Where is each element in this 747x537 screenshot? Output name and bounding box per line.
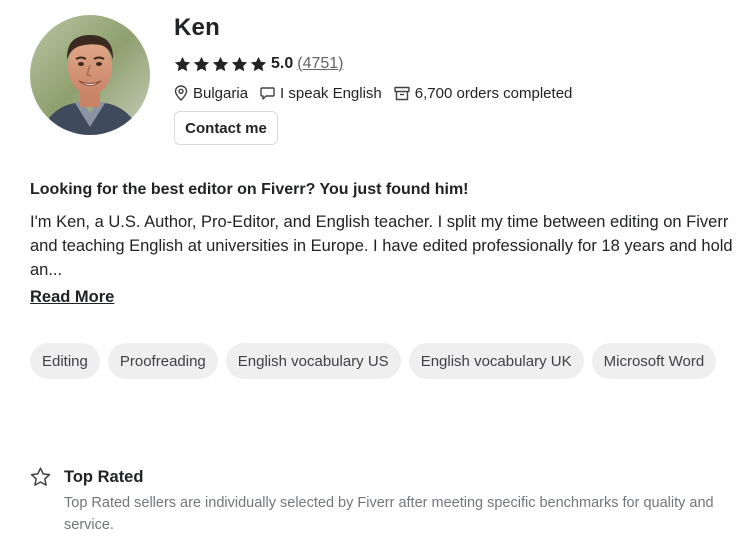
top-rated-header: Top Rated: [30, 467, 740, 487]
skill-chip[interactable]: Editing: [30, 343, 100, 379]
star-outline-icon: [30, 467, 51, 486]
language-label: I speak English: [280, 84, 382, 102]
star-icon: [250, 56, 267, 71]
box-icon: [394, 86, 410, 100]
skill-chip[interactable]: English vocabulary UK: [408, 343, 584, 379]
rating-row: 5.0 (4751): [174, 54, 344, 74]
skill-chip[interactable]: Microsoft Word: [591, 343, 717, 379]
star-icon: [193, 56, 210, 71]
orders-item: 6,700 orders completed: [394, 84, 573, 102]
about-headline: Looking for the best editor on Fiverr? Y…: [30, 181, 469, 198]
star-rating: [174, 56, 267, 73]
top-rated-section: Top Rated Top Rated sellers are individu…: [30, 467, 740, 536]
seller-meta: Bulgaria I speak English 6,700 orders co…: [174, 83, 584, 103]
speech-bubble-icon: [260, 86, 275, 100]
reviews-count[interactable]: 4751: [303, 55, 339, 72]
avatar: [30, 15, 150, 135]
seller-photo: [30, 15, 150, 135]
read-more-link[interactable]: Read More: [30, 288, 114, 307]
seller-name: Ken: [174, 14, 220, 41]
top-rated-description: Top Rated sellers are individually selec…: [64, 495, 714, 533]
skills-list: Editing Proofreading English vocabulary …: [30, 343, 717, 379]
skill-chip[interactable]: Proofreading: [107, 343, 218, 379]
location-pin-icon: [174, 85, 188, 101]
reviews-count-link[interactable]: (4751): [297, 55, 343, 73]
country-item: Bulgaria: [174, 85, 248, 102]
orders-label: 6,700 orders completed: [414, 84, 573, 102]
contact-me-button[interactable]: Contact me: [174, 111, 278, 145]
star-icon: [174, 56, 191, 71]
skill-chip[interactable]: English vocabulary US: [225, 343, 401, 379]
language-item: I speak English: [260, 85, 382, 102]
star-icon: [212, 56, 229, 71]
star-icon: [231, 56, 248, 71]
rating-value: 5.0: [271, 55, 294, 72]
top-rated-title: Top Rated: [64, 467, 144, 486]
country-label: Bulgaria: [193, 84, 249, 102]
about-bio: I'm Ken, a U.S. Author, Pro-Editor, and …: [30, 213, 733, 279]
